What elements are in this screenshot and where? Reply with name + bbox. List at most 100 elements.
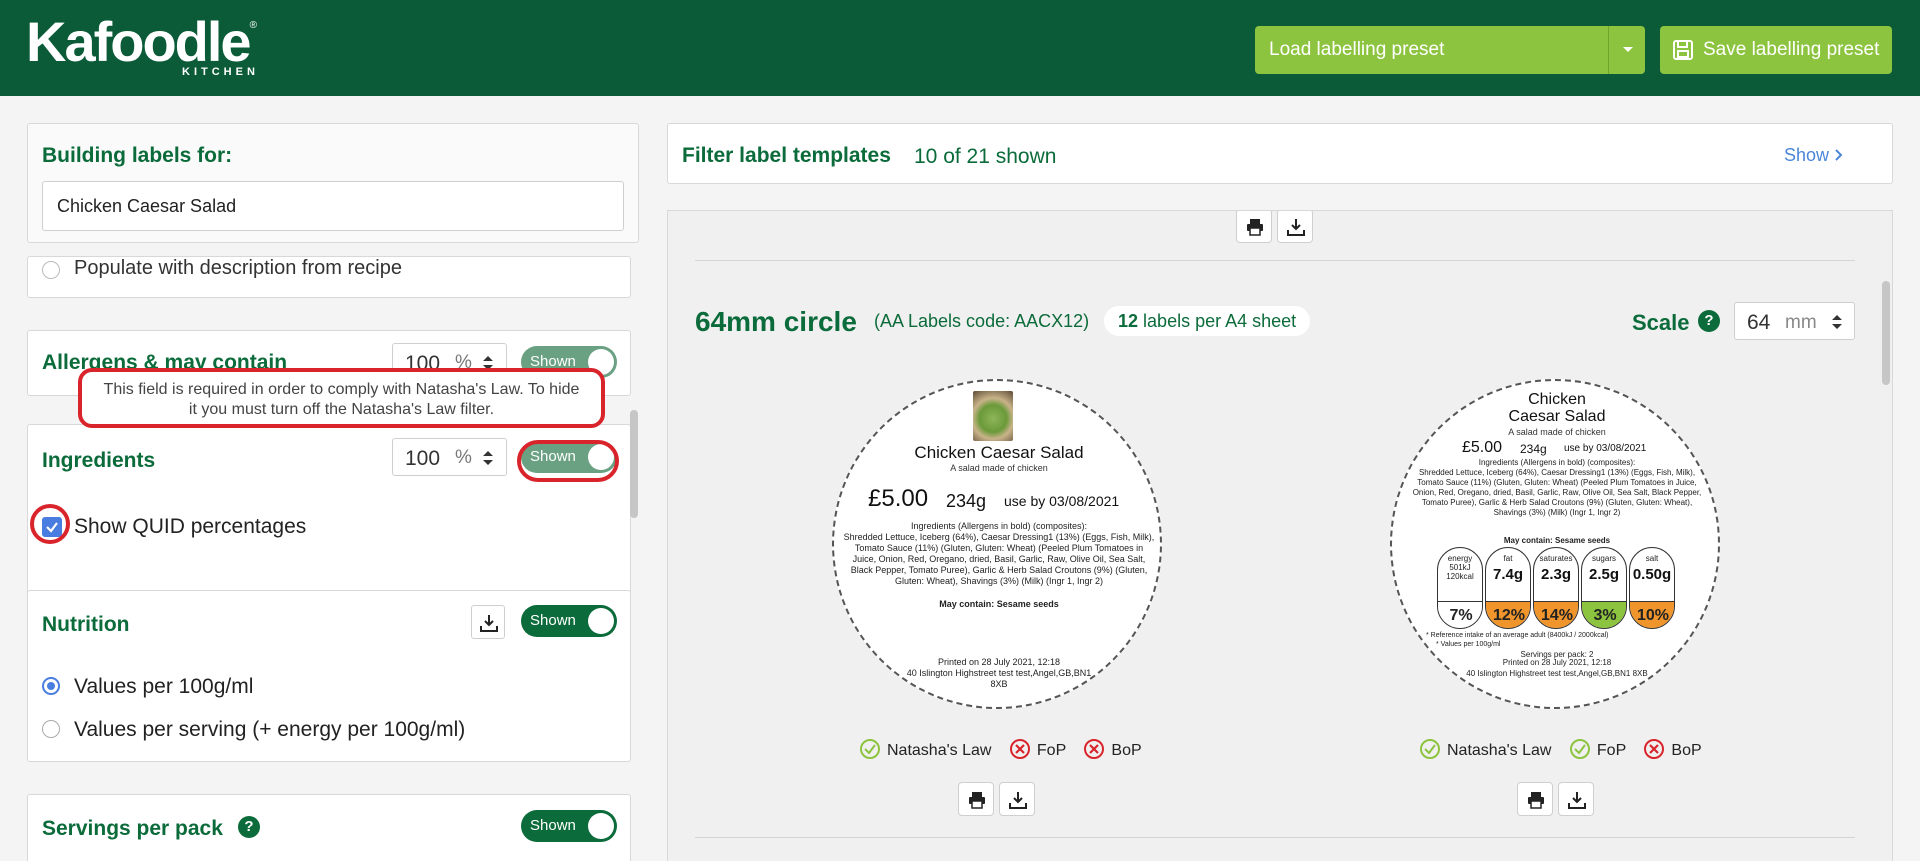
label-weight: 234g [946,491,987,511]
label-ri-note: * Reference intake of an average adult (… [1426,632,1609,639]
ingredients-size-value: 100 [405,447,441,470]
label-description: A salad made of chicken [1508,427,1606,437]
gda-nutrient-label: salt [1645,554,1659,563]
servings-visibility-toggle[interactable]: Shown [521,810,617,842]
label1-compliance-badges: Natasha's Law FoP BoP [860,739,1142,760]
gda-nutrient-label: sugars [1591,554,1616,563]
gda-nutrient-label: saturates [1539,554,1573,563]
gda-column: energy 501kJ 120kcal 7% [1437,547,1483,629]
filter-title: Filter label templates [682,144,891,167]
download-icon [1009,792,1027,809]
download-icon [1287,219,1305,236]
gda-column: sugars 2.5g 3% [1581,547,1627,629]
label-price: £5.00 [868,485,929,512]
fop-badge: FoP [1036,742,1066,759]
fop-badge: FoP [1596,742,1626,759]
label2-print-button[interactable] [1517,782,1553,816]
values-per-100g-radio[interactable] [42,677,60,695]
stepper-icon[interactable] [482,449,494,467]
label-printed-on: Printed on 28 July 2021, 12:18 [1502,658,1612,667]
help-icon[interactable]: ? [1698,310,1720,332]
app-header: Kafoodle® KITCHEN Load labelling preset … [0,0,1920,96]
gda-nutrient-value: 7.4g [1492,566,1523,583]
save-preset-label: Save labelling preset [1703,39,1880,60]
label-ingredients-heading: Ingredients (Allergens in bold) (composi… [1478,458,1636,467]
toggle-highlight-ring [517,440,619,482]
nutrition-card: Nutrition Shown Values per 100g/ml Value… [27,590,631,762]
description-radio[interactable] [42,261,60,279]
logo-wordmark: Kafoodle [26,10,252,73]
ingredients-size-input[interactable]: 100 % [392,438,507,476]
label-use-by: use by 03/08/2021 [1564,443,1647,454]
label-address: 40 Islington Highstreet test test,Angel,… [1466,669,1648,678]
gda-reference-intake: 14% [1534,601,1578,628]
label-recipe-name-line1: Chicken [1528,391,1586,408]
download-icon [480,615,498,632]
cross-icon [1644,739,1665,759]
gda-reference-intake: 10% [1630,601,1674,628]
nutrition-visibility-toggle[interactable]: Shown [521,605,617,637]
scale-input[interactable]: 64 mm [1734,302,1855,340]
cross-icon [1009,739,1030,759]
template-code: (AA Labels code: AACX12) [874,311,1090,331]
labels-per-sheet-badge: 12 labels per A4 sheet [1104,306,1311,336]
label1-download-button[interactable] [999,782,1035,816]
ingredients-title: Ingredients [42,449,156,472]
download-button[interactable] [1277,211,1313,243]
label2-download-button[interactable] [1558,782,1594,816]
logo-subtitle: KITCHEN [182,66,259,78]
label-use-by: use by 03/08/2021 [1004,493,1120,509]
natashas-law-badge: Natasha's Law [1447,742,1552,759]
divider [695,260,1855,261]
label-preview-nutrition: Chicken Caesar Salad A salad made of chi… [1390,379,1720,709]
load-preset-label: Load labelling preset [1269,39,1445,60]
kafoodle-logo[interactable]: Kafoodle® KITCHEN [26,14,257,79]
cross-icon [1084,739,1105,759]
nutrition-title: Nutrition [42,613,130,636]
values-per-serving-radio[interactable] [42,720,60,738]
help-icon[interactable]: ? [238,816,260,838]
label-values-note: * Values per 100g/ml [1436,641,1501,648]
gda-nutrient-value: 2.3g [1540,566,1571,583]
check-icon [860,739,880,759]
label-options-panel: Building labels for: Chicken Caesar Sala… [0,96,650,861]
label-address: 40 Islington Highstreet test test,Angel,… [906,668,1092,689]
save-preset-button[interactable]: Save labelling preset [1660,26,1892,74]
gda-nutrient-label: energy 501kJ 120kcal [1446,554,1474,581]
gda-reference-intake: 12% [1486,601,1530,628]
print-button[interactable] [1236,211,1272,243]
building-labels-card: Building labels for: Chicken Caesar Sala… [27,123,639,243]
label1-print-button[interactable] [958,782,994,816]
servings-card: Servings per pack ? Shown [27,794,631,861]
label-ingredients-heading: Ingredients (Allergens in bold) (composi… [910,521,1088,531]
filter-show-link[interactable]: Show [1784,145,1844,166]
label-price: £5.00 [1462,439,1503,456]
natashas-law-badge: Natasha's Law [887,742,992,759]
labels-per-sheet-count: 12 [1118,311,1139,331]
label-recipe-name: Chicken Caesar Salad [914,443,1084,462]
chevron-down-icon[interactable] [1619,40,1637,58]
left-panel-scrollbar[interactable] [630,410,638,518]
toggle-knob [588,813,614,839]
servings-title: Servings per pack [42,817,223,840]
check-icon [1569,739,1590,759]
values-per-serving-option[interactable]: Values per serving (+ energy per 100g/ml… [42,718,465,742]
chevron-right-icon [1835,149,1843,161]
logo-registered-mark: ® [249,20,257,31]
recipe-photo [973,391,1013,441]
gda-column: salt 0.50g 10% [1629,547,1675,629]
quid-highlight-ring [30,504,70,544]
values-per-100g-option[interactable]: Values per 100g/ml [42,675,253,699]
recipe-name-field[interactable]: Chicken Caesar Salad [42,181,624,231]
stepper-icon[interactable] [1831,313,1843,331]
gda-column: fat 7.4g 12% [1485,547,1531,629]
templates-scrollbar[interactable] [1882,281,1890,385]
description-option-label: Populate with description from recipe [74,257,402,279]
nutrition-download-button[interactable] [471,605,505,639]
label-printed-on: Printed on 28 July 2021, 12:18 [937,657,1061,667]
printer-icon [969,792,985,809]
load-preset-button[interactable]: Load labelling preset [1255,26,1645,74]
bop-badge: BoP [1111,742,1142,759]
gda-nutrient-label: fat [1503,554,1513,563]
toggle-knob [588,608,614,634]
